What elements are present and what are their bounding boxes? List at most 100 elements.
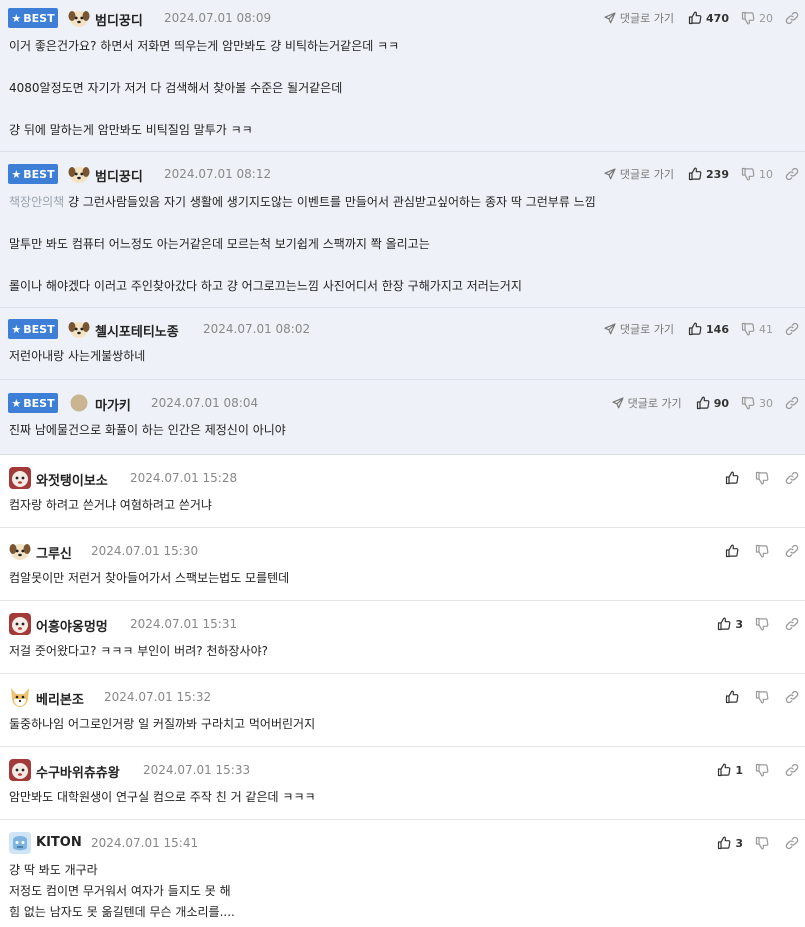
comment-body: 둘중하나임 어그로인거랑 일 커질까봐 구라치고 먹어버린거지 [9, 717, 316, 731]
star-icon: ★ [11, 11, 22, 25]
comment-date: 2024.07.01 15:31 [130, 617, 238, 631]
downvote-button[interactable]: 10 [741, 167, 773, 181]
best-badge: ★ BEST [8, 164, 58, 184]
comment-body: 책장안의책 걍 그런사람들있음 자기 생활에 생기지도않는 이벤트를 만들어서 … [9, 195, 596, 293]
star-icon: ★ [11, 167, 22, 181]
comment-date: 2024.07.01 08:09 [164, 11, 272, 25]
thumbs-up-icon [717, 836, 731, 850]
author-nickname[interactable]: 어흥야옹멍멍 [36, 616, 108, 635]
thumbs-down-icon [755, 763, 769, 777]
comment-date: 2024.07.01 15:30 [91, 544, 199, 558]
author-nickname[interactable]: 수구바위츄츄왕 [36, 762, 120, 781]
copy-link-button[interactable] [785, 11, 799, 25]
link-icon [785, 322, 799, 336]
comment-date: 2024.07.01 15:32 [104, 690, 212, 704]
downvote-button[interactable] [755, 544, 773, 558]
goto-comment-link[interactable]: 댓글로 가기 [604, 321, 674, 337]
send-icon [604, 168, 616, 180]
goto-comment-link[interactable]: 댓글로 가기 [604, 166, 674, 182]
comment-item: ★ BEST 마가키 2024.07.01 08:04 댓글로 가기 90 30 … [0, 380, 805, 455]
downvote-button[interactable] [755, 836, 773, 850]
copy-link-button[interactable] [785, 544, 799, 558]
link-icon [785, 396, 799, 410]
thumbs-up-icon [688, 11, 702, 25]
comment-item: ★ BEST 범디꿍디 2024.07.01 08:09 댓글로 가기 470 2… [0, 0, 805, 152]
link-icon [785, 690, 799, 704]
avatar-icon [8, 685, 32, 709]
copy-link-button[interactable] [785, 471, 799, 485]
comment-item: ★ BEST 첼시포테티노종 2024.07.01 08:02 댓글로 가기 14… [0, 308, 805, 380]
downvote-button[interactable] [755, 471, 773, 485]
author-nickname[interactable]: 와젓탱이보소 [36, 470, 108, 489]
avatar-icon [67, 162, 91, 186]
comment-item: KITON 2024.07.01 15:41 3 걍 딱 봐도 개구라 저정도 … [0, 820, 805, 927]
copy-link-button[interactable] [785, 617, 799, 631]
upvote-button[interactable] [725, 471, 743, 485]
downvote-button[interactable] [755, 617, 773, 631]
copy-link-button[interactable] [785, 836, 799, 850]
goto-comment-link[interactable]: 댓글로 가기 [612, 395, 682, 411]
comment-item: ★ BEST 범디꿍디 2024.07.01 08:12 댓글로 가기 239 1… [0, 152, 805, 308]
comment-item: 그루신 2024.07.01 15:30 컴알못이만 저런거 찾아들어가서 스팩… [0, 528, 805, 601]
best-badge: ★ BEST [8, 8, 58, 28]
comment-body: 걍 딱 봐도 개구라 저정도 컴이면 무거워서 여자가 들지도 못 해 힘 없는… [9, 863, 235, 919]
avatar-icon [8, 466, 32, 490]
author-nickname[interactable]: 첼시포테티노종 [95, 321, 179, 340]
thumbs-up-icon [696, 396, 710, 410]
upvote-button[interactable]: 3 [717, 836, 743, 850]
thumbs-down-icon [755, 836, 769, 850]
downvote-button[interactable] [755, 763, 773, 777]
quoted-user[interactable]: 책장안의책 [9, 195, 64, 209]
author-nickname[interactable]: 범디꿍디 [95, 10, 143, 29]
comment-item: 베리본조 2024.07.01 15:32 둘중하나임 어그로인거랑 일 커질까… [0, 674, 805, 747]
goto-comment-link[interactable]: 댓글로 가기 [604, 10, 674, 26]
comment-body: 저런아내랑 사는게불쌍하네 [9, 349, 146, 363]
thumbs-up-icon [725, 471, 739, 485]
link-icon [785, 167, 799, 181]
send-icon [612, 397, 624, 409]
thumbs-up-icon [725, 690, 739, 704]
downvote-button[interactable]: 30 [741, 396, 773, 410]
upvote-button[interactable]: 470 [688, 11, 729, 25]
comment-date: 2024.07.01 15:41 [91, 836, 199, 850]
thumbs-up-icon [717, 617, 731, 631]
send-icon [604, 323, 616, 335]
copy-link-button[interactable] [785, 167, 799, 181]
downvote-button[interactable] [755, 690, 773, 704]
upvote-button[interactable] [725, 690, 743, 704]
author-nickname[interactable]: 그루신 [36, 543, 72, 562]
thumbs-down-icon [741, 167, 755, 181]
avatar-icon [8, 539, 32, 563]
link-icon [785, 544, 799, 558]
comment-item: 어흥야옹멍멍 2024.07.01 15:31 3 저걸 줏어왔다고? ㅋㅋㅋ … [0, 601, 805, 674]
copy-link-button[interactable] [785, 690, 799, 704]
author-nickname[interactable]: 마가키 [95, 395, 131, 414]
copy-link-button[interactable] [785, 763, 799, 777]
comment-item: 수구바위츄츄왕 2024.07.01 15:33 1 암만봐도 대학원생이 연구… [0, 747, 805, 820]
comment-date: 2024.07.01 15:28 [130, 471, 238, 485]
comment-body: 저걸 줏어왔다고? ㅋㅋㅋ 부인이 버려? 천하장사야? [9, 644, 268, 658]
upvote-button[interactable]: 3 [717, 617, 743, 631]
copy-link-button[interactable] [785, 322, 799, 336]
downvote-button[interactable]: 20 [741, 11, 773, 25]
avatar-icon [67, 6, 91, 30]
link-icon [785, 471, 799, 485]
upvote-button[interactable] [725, 544, 743, 558]
upvote-button[interactable]: 239 [688, 167, 729, 181]
author-nickname[interactable]: KITON [36, 835, 82, 850]
avatar-icon [8, 758, 32, 782]
upvote-button[interactable]: 1 [717, 763, 743, 777]
thumbs-up-icon [717, 763, 731, 777]
thumbs-down-icon [755, 471, 769, 485]
avatar-icon [67, 391, 91, 415]
downvote-button[interactable]: 41 [741, 322, 773, 336]
link-icon [785, 763, 799, 777]
thumbs-down-icon [741, 322, 755, 336]
comment-date: 2024.07.01 08:04 [151, 396, 259, 410]
author-nickname[interactable]: 베리본조 [36, 689, 84, 708]
upvote-button[interactable]: 146 [688, 322, 729, 336]
author-nickname[interactable]: 범디꿍디 [95, 166, 143, 185]
upvote-button[interactable]: 90 [696, 396, 729, 410]
best-badge: ★ BEST [8, 319, 58, 339]
copy-link-button[interactable] [785, 396, 799, 410]
